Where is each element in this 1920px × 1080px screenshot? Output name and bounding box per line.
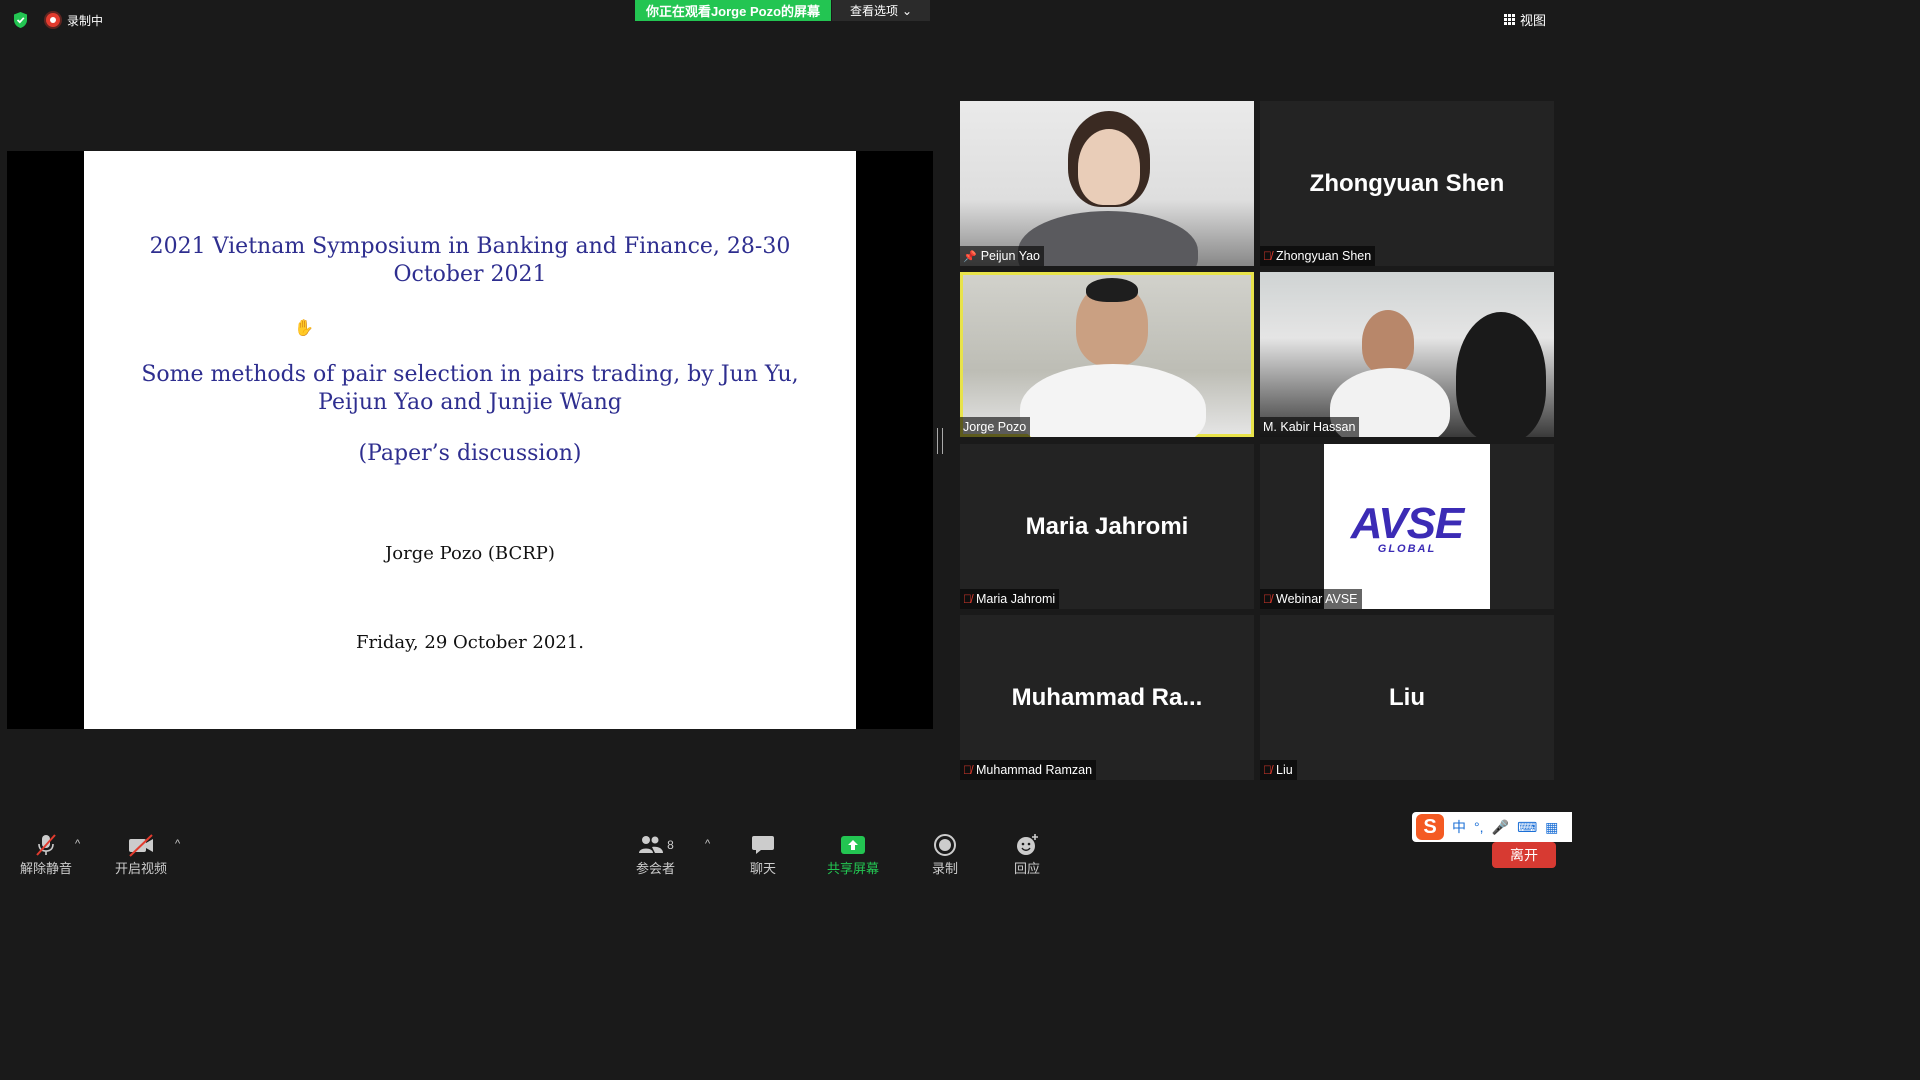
view-button-label: 视图 (1520, 13, 1547, 28)
microphone-icon[interactable]: 🎤 (1492, 819, 1509, 836)
participant-name: Webinar AVSE (1276, 592, 1358, 606)
participant-label: 🎙̸ Liu (1260, 760, 1297, 780)
participants-icon: 8 (637, 832, 674, 858)
mic-off-icon: 🎙̸ (1263, 592, 1272, 606)
participant-name: Peijun Yao (980, 249, 1041, 263)
keyboard-icon[interactable]: ⌨ (1517, 819, 1537, 836)
participant-display-name: Muhammad Ra... (1011, 683, 1203, 711)
apps-grid-icon[interactable]: ▦ (1545, 819, 1558, 836)
chat-icon (751, 832, 775, 858)
view-options-label: 查看选项 (849, 4, 898, 18)
panel-splitter-handle[interactable] (937, 428, 943, 454)
share-screen-label: 共享屏幕 (827, 861, 880, 876)
participant-tile-jorge-pozo[interactable]: Jorge Pozo (960, 272, 1254, 437)
participant-display-name: Liu (1389, 683, 1425, 711)
ime-mode-toggle[interactable]: 中 (1452, 817, 1466, 837)
share-screen-icon (840, 832, 866, 858)
participant-label: M. Kabir Hassan (1260, 417, 1360, 437)
participants-caret-icon[interactable]: ^ (705, 838, 710, 850)
record-label: 录制 (932, 861, 959, 876)
mic-off-icon: 🎙̸ (963, 592, 972, 606)
participants-label: 参会者 (636, 861, 676, 876)
video-options-caret-icon[interactable]: ^ (175, 838, 180, 850)
mic-off-icon: 🎙̸ (1263, 249, 1272, 263)
unmute-label: 解除静音 (20, 861, 73, 876)
mic-off-icon: 🎙̸ (1263, 763, 1272, 777)
unmute-button[interactable]: 解除静音 (20, 832, 72, 877)
participant-tile-m-kabir-hassan[interactable]: M. Kabir Hassan (1260, 272, 1554, 437)
video-hair (1086, 278, 1138, 302)
logo-text: AVSE (1350, 498, 1465, 548)
slide-paper-title: Some methods of pair selection in pairs … (141, 362, 799, 415)
hand-cursor-icon: ✋ (294, 320, 314, 337)
view-button[interactable]: 视图 (1504, 10, 1546, 29)
participant-name: Liu (1276, 763, 1293, 777)
viewing-banner: 你正在观看Jorge Pozo的屏幕 (635, 0, 831, 21)
participants-count: 8 (667, 838, 674, 852)
avse-logo: AVSE GLOBAL (1324, 444, 1490, 609)
participant-name: Maria Jahromi (976, 592, 1056, 606)
grid-icon (1504, 13, 1516, 26)
participant-label: 🎙̸ Webinar AVSE (1260, 589, 1362, 609)
video-body (1018, 211, 1198, 266)
participant-name: Zhongyuan Shen (1276, 249, 1372, 263)
start-video-button[interactable]: 开启视频 (115, 832, 167, 877)
chat-label: 聊天 (750, 861, 777, 876)
share-screen-button[interactable]: 共享屏幕 (827, 832, 879, 877)
video-chair (1456, 312, 1546, 437)
participant-label: 📌 Peijun Yao (960, 246, 1045, 266)
slide-subtitle: (Paper’s discussion) (358, 441, 582, 466)
participant-label: 🎙̸ Maria Jahromi (960, 589, 1060, 609)
participant-tile-muhammad-ramzan[interactable]: Muhammad Ra... 🎙̸ Muhammad Ramzan (960, 615, 1254, 780)
video-body (1020, 364, 1206, 437)
participant-tile-webinar-avse[interactable]: AVSE GLOBAL 🎙̸ Webinar AVSE (1260, 444, 1554, 609)
participant-tile-zhongyuan-shen[interactable]: Zhongyuan Shen 🎙̸ Zhongyuan Shen (1260, 101, 1554, 266)
participant-name: Jorge Pozo (963, 420, 1027, 434)
video-off-icon (127, 832, 155, 858)
start-video-label: 开启视频 (115, 861, 168, 876)
record-icon (933, 832, 957, 858)
audio-options-caret-icon[interactable]: ^ (75, 838, 80, 850)
mic-off-icon (33, 832, 59, 858)
reactions-label: 回应 (1014, 861, 1041, 876)
participant-name: Muhammad Ramzan (976, 763, 1093, 777)
security-shield-icon[interactable] (12, 11, 29, 29)
presentation-slide: 2021 Vietnam Symposium in Banking and Fi… (84, 151, 856, 729)
participant-label: 🎙̸ Zhongyuan Shen (1260, 246, 1376, 266)
video-face (1362, 310, 1414, 374)
sogou-logo-icon: S (1416, 814, 1444, 840)
record-button[interactable]: 录制 (932, 832, 958, 877)
video-face (1078, 129, 1140, 205)
slide-title: 2021 Vietnam Symposium in Banking and Fi… (149, 234, 791, 287)
emoji-plus-icon (1014, 832, 1040, 858)
input-method-toolbar[interactable]: S 中 °, 🎤 ⌨ ▦ (1412, 812, 1572, 842)
participant-name: M. Kabir Hassan (1263, 420, 1356, 434)
participant-tile-liu[interactable]: Liu 🎙̸ Liu (1260, 615, 1554, 780)
punctuation-icon[interactable]: °, (1474, 819, 1484, 835)
reactions-button[interactable]: 回应 (1014, 832, 1040, 877)
logo-subtext: GLOBAL (1377, 542, 1437, 555)
pin-icon: 📌 (963, 250, 977, 263)
participant-label: 🎙̸ Muhammad Ramzan (960, 760, 1097, 780)
participant-label: Jorge Pozo (960, 417, 1031, 437)
mic-off-icon: 🎙̸ (963, 763, 972, 777)
participant-display-name: Zhongyuan Shen (1309, 169, 1505, 197)
view-options-button[interactable]: 查看选项 ⌄ (832, 0, 930, 21)
slide-author: Jorge Pozo (BCRP) (385, 543, 555, 564)
participant-tile-peijun-yao[interactable]: 📌 Peijun Yao (960, 101, 1254, 266)
slide-date: Friday, 29 October 2021. (356, 632, 584, 653)
recording-label[interactable]: 录制中 (67, 12, 103, 29)
participant-tile-maria-jahromi[interactable]: Maria Jahromi 🎙̸ Maria Jahromi (960, 444, 1254, 609)
leave-button[interactable]: 离开 (1492, 842, 1556, 868)
chevron-down-icon: ⌄ (901, 3, 913, 18)
participants-button[interactable]: 8 参会者 (636, 832, 675, 877)
recording-icon (46, 13, 60, 27)
chat-button[interactable]: 聊天 (750, 832, 776, 877)
participant-display-name: Maria Jahromi (1025, 512, 1189, 540)
